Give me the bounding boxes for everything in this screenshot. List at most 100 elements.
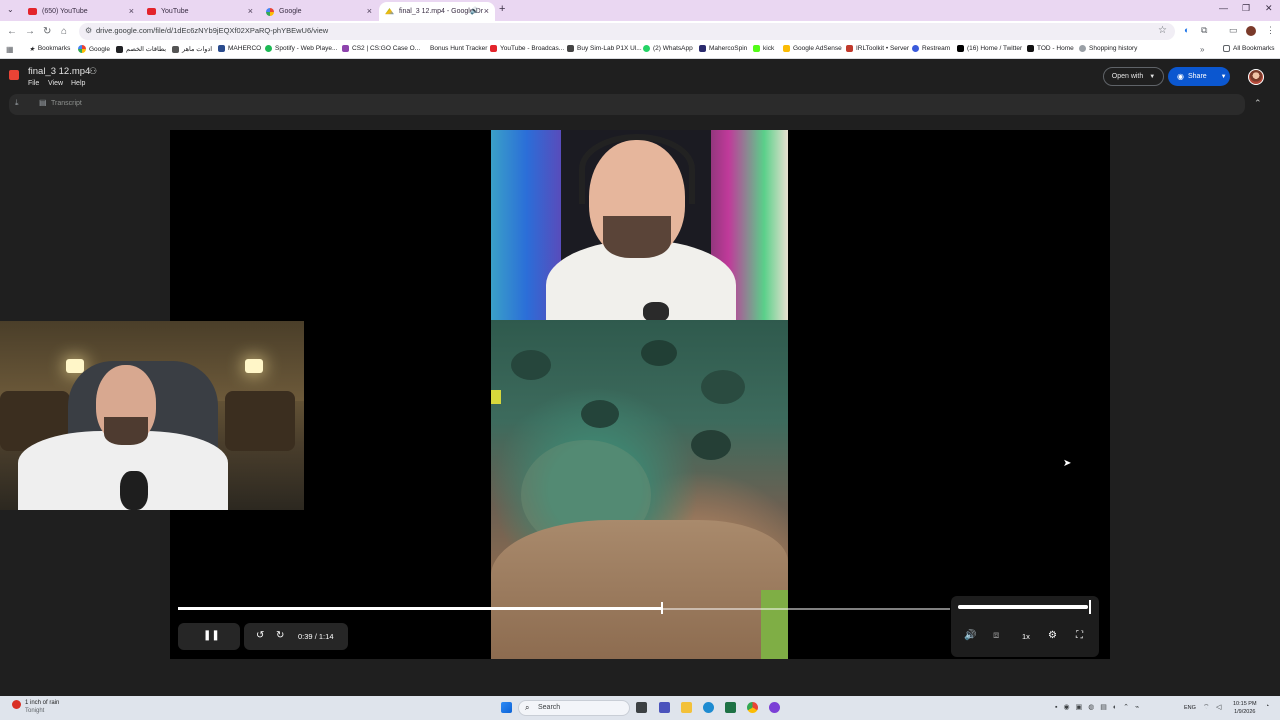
shared-people-icon[interactable]: ⚇ bbox=[89, 66, 97, 77]
bookmark-item[interactable]: بطاقات الخصم bbox=[116, 45, 166, 53]
forward-10-icon[interactable]: ↻ bbox=[276, 630, 284, 641]
audio-playing-icon[interactable]: 🔊 bbox=[470, 7, 479, 15]
rewind-10-icon[interactable]: ↺ bbox=[256, 630, 264, 641]
bookmark-item[interactable]: Google bbox=[78, 45, 110, 53]
site-info-icon[interactable]: ⚙ bbox=[85, 26, 92, 35]
file-explorer-icon[interactable] bbox=[681, 702, 692, 713]
all-bookmarks[interactable]: All Bookmarks bbox=[1223, 45, 1275, 52]
volume-icon[interactable]: 🔊 bbox=[964, 630, 976, 641]
new-tab-button[interactable]: + bbox=[499, 3, 505, 15]
bookmark-item[interactable]: Bonus Hunt Tracker bbox=[420, 45, 487, 52]
restream-icon bbox=[912, 45, 919, 52]
caret-down-icon[interactable]: ▼ bbox=[1221, 74, 1227, 80]
start-icon[interactable] bbox=[501, 702, 512, 713]
transcript-button[interactable]: Transcript bbox=[51, 100, 82, 107]
extension-icon[interactable]: ◐ bbox=[1184, 25, 1189, 35]
seek-handle[interactable] bbox=[661, 602, 663, 614]
bookmark-item[interactable]: YouTube - Broadcas... bbox=[490, 45, 564, 52]
bookmark-item[interactable]: Restream bbox=[912, 45, 950, 52]
avatar[interactable] bbox=[1248, 69, 1264, 85]
settings-gear-icon[interactable]: ⚙ bbox=[1048, 630, 1057, 641]
tab-label: (650) YouTube bbox=[42, 8, 88, 15]
edge-icon[interactable] bbox=[703, 702, 714, 713]
bookmark-item[interactable]: Spotify - Web Playe... bbox=[265, 45, 337, 52]
tray-icons[interactable]: ▪◉▣◍▤◐⌃⌁ bbox=[1055, 703, 1145, 711]
bookmark-star-icon[interactable]: ☆ bbox=[1158, 25, 1167, 36]
close-icon[interactable]: × bbox=[367, 6, 372, 16]
task-view-icon[interactable] bbox=[636, 702, 647, 713]
reload-icon[interactable]: ↻ bbox=[43, 26, 51, 37]
bookmark-item[interactable]: MahercoSpin bbox=[699, 45, 747, 52]
chevron-right-icon[interactable]: » bbox=[1200, 45, 1204, 54]
bookmark-item[interactable]: kick bbox=[753, 45, 774, 52]
bookmark-label: Spotify - Web Playe... bbox=[275, 45, 338, 52]
bookmark-item[interactable]: IRLToolkit • Server bbox=[846, 45, 909, 52]
download-icon[interactable]: ⤓ bbox=[15, 98, 19, 108]
youtube-icon bbox=[147, 8, 156, 15]
taskbar-clock[interactable]: 10:15 PM 1/9/2026 bbox=[1233, 700, 1257, 716]
bookmark-item[interactable]: ادوات ماهر bbox=[172, 45, 212, 53]
cast-icon[interactable]: ▭ bbox=[1229, 25, 1238, 36]
bookmarks-folder[interactable]: ★ Bookmarks bbox=[29, 45, 70, 53]
weather-icon[interactable] bbox=[12, 700, 21, 709]
tab-search-icon[interactable]: ⌄ bbox=[7, 5, 14, 14]
bookmark-favicon bbox=[172, 45, 179, 53]
globe-icon: ◉ bbox=[1177, 72, 1184, 81]
menu-view[interactable]: View bbox=[48, 80, 63, 87]
taskbar-app-icon[interactable] bbox=[725, 702, 736, 713]
bookmark-item[interactable]: MAHERCO bbox=[218, 45, 261, 52]
taskbar-app-icon[interactable] bbox=[769, 702, 780, 713]
bookmark-item[interactable]: TOD - Home bbox=[1027, 45, 1074, 52]
google-icon bbox=[266, 7, 274, 16]
chrome-icon[interactable] bbox=[747, 702, 758, 713]
playback-speed-button[interactable]: 1x bbox=[1022, 632, 1030, 641]
bookmark-item[interactable]: (16) Home / Twitter bbox=[957, 45, 1022, 52]
tab-google[interactable]: Google × bbox=[260, 2, 378, 21]
bookmark-item[interactable]: CS2 | CS:GO Case O... bbox=[342, 45, 420, 52]
minimize-button[interactable]: — bbox=[1219, 3, 1228, 13]
extensions-puzzle-icon[interactable]: ⧉ bbox=[1201, 25, 1207, 36]
menu-file[interactable]: File bbox=[28, 80, 39, 87]
bookmark-item[interactable]: (2) WhatsApp bbox=[643, 45, 693, 52]
captions-icon[interactable]: ⧈ bbox=[993, 630, 999, 641]
taskbar-search[interactable] bbox=[518, 700, 630, 716]
network-icon[interactable]: ⌔ bbox=[1203, 703, 1210, 712]
bookmark-favicon bbox=[699, 45, 706, 52]
fullscreen-icon[interactable]: ⛶ bbox=[1076, 630, 1083, 641]
forward-icon[interactable]: → bbox=[25, 26, 35, 37]
volume-handle[interactable] bbox=[1089, 600, 1091, 614]
bookmark-label: CS2 | CS:GO Case O... bbox=[352, 45, 421, 52]
menu-help[interactable]: Help bbox=[71, 80, 85, 87]
bookmark-label: Google AdSense bbox=[793, 45, 842, 52]
clock-time: 10:15 PM bbox=[1233, 701, 1257, 707]
browser-menu-icon[interactable]: ⋮ bbox=[1266, 25, 1275, 36]
bookmark-label: (2) WhatsApp bbox=[653, 45, 693, 52]
pause-icon[interactable]: ❚❚ bbox=[203, 630, 220, 641]
apps-grid-icon[interactable]: ▦ bbox=[6, 45, 14, 54]
notifications-icon[interactable]: ◔ bbox=[1265, 703, 1269, 710]
weather-text[interactable]: 1 inch of rain bbox=[25, 700, 59, 706]
share-button[interactable]: ◉ Share ▼ bbox=[1168, 67, 1230, 86]
close-icon[interactable]: × bbox=[248, 6, 253, 16]
bookmark-item[interactable]: Google AdSense bbox=[783, 45, 842, 52]
home-icon[interactable]: ⌂ bbox=[61, 26, 67, 37]
taskbar-app-icon[interactable] bbox=[659, 702, 670, 713]
tab-youtube-1[interactable]: (650) YouTube × bbox=[22, 2, 140, 21]
url-text[interactable]: drive.google.com/file/d/1dEc6zNYb9jEQXf0… bbox=[96, 26, 328, 35]
chevron-up-icon[interactable]: ⌃ bbox=[1254, 98, 1262, 109]
close-icon[interactable]: × bbox=[484, 6, 489, 16]
window-close-button[interactable]: ✕ bbox=[1265, 3, 1273, 14]
close-icon[interactable]: × bbox=[129, 6, 134, 16]
bookmark-item[interactable]: Shopping history bbox=[1079, 45, 1137, 52]
open-with-button[interactable]: Open with ▼ bbox=[1103, 67, 1164, 86]
bookmark-item[interactable]: Buy Sim-Lab P1X Ul... bbox=[567, 45, 642, 52]
transcript-icon[interactable]: ▤ bbox=[39, 98, 47, 107]
restore-button[interactable]: ❐ bbox=[1242, 3, 1250, 14]
language-indicator[interactable]: ENG bbox=[1184, 705, 1196, 711]
speaker-icon[interactable]: ◁ bbox=[1216, 703, 1221, 711]
back-icon[interactable]: ← bbox=[7, 26, 17, 37]
video-frame-webcam bbox=[491, 130, 788, 320]
tab-youtube-2[interactable]: YouTube × bbox=[141, 2, 259, 21]
tab-drive-video[interactable]: final_3 12.mp4 - Google Dr 🔊 × bbox=[379, 2, 495, 21]
profile-icon[interactable] bbox=[1246, 26, 1256, 36]
